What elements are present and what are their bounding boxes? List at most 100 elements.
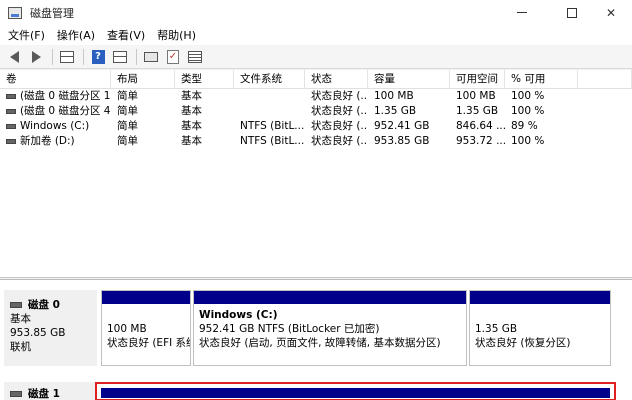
disk-1-row: 磁盘 1 (0, 382, 632, 400)
type-cell: 基本 (181, 120, 202, 132)
back-button[interactable] (4, 47, 24, 67)
column-filesystem[interactable]: 文件系统 (234, 70, 305, 89)
partition-efi-size: 100 MB (107, 323, 147, 335)
disk-0-name: 磁盘 0 (28, 299, 60, 311)
maximize-icon (567, 7, 577, 18)
show-hide-tree-button[interactable] (57, 47, 77, 67)
minimize-button[interactable] (500, 0, 544, 25)
disk-1-name: 磁盘 1 (28, 388, 60, 400)
close-button[interactable]: ✕ (589, 0, 632, 25)
disk-graphical-view: 磁盘 0 基本 953.85 GB 联机 100 MB 状态良好 (EFI 系统… (0, 279, 632, 400)
column-free-space[interactable]: 可用空间 (450, 70, 505, 89)
connect-disk-button[interactable] (141, 47, 161, 67)
toolbar-separator (83, 48, 84, 65)
disk-0-label[interactable]: 磁盘 0 基本 953.85 GB 联机 (4, 290, 97, 366)
free-space-cell: 100 MB (456, 90, 496, 102)
layout-cell: 简单 (117, 90, 138, 102)
volume-name: (磁盘 0 磁盘分区 4) (20, 105, 111, 117)
toolbar-separator (52, 48, 53, 65)
table-row[interactable]: (磁盘 0 磁盘分区 1) 简单 基本 状态良好 (... 100 MB 100… (0, 89, 632, 104)
volume-name-cell: 新加卷 (D:) (0, 134, 111, 149)
percent-free-cell: 100 % (511, 135, 545, 147)
menu-bar: 文件(F) 操作(A) 查看(V) 帮助(H) (0, 25, 632, 45)
column-volume[interactable]: 卷 (0, 70, 111, 89)
partition-windows-body: Windows (C:) 952.41 GB NTFS (BitLocker 已… (194, 304, 466, 350)
capacity-cell: 1.35 GB (374, 105, 417, 117)
free-space-cell: 953.72 ... (456, 135, 505, 147)
console-tree-icon (60, 50, 74, 63)
help-button[interactable]: ? (88, 47, 108, 67)
partition-efi[interactable]: 100 MB 状态良好 (EFI 系统 (101, 290, 191, 366)
disk-0-status: 联机 (10, 341, 31, 353)
disk-0-row: 磁盘 0 基本 953.85 GB 联机 100 MB 状态良好 (EFI 系统… (0, 290, 632, 370)
table-row[interactable]: Windows (C:) 简单 基本 NTFS (BitL... 状态良好 (.… (0, 119, 632, 134)
menu-file[interactable]: 文件(F) (0, 27, 51, 43)
disk-1-selection-frame[interactable] (95, 382, 616, 400)
toolbar: ? ✓ (0, 45, 632, 69)
properties-icon (113, 50, 127, 63)
menu-view[interactable]: 查看(V) (101, 27, 151, 43)
volume-list-header: 卷 布局 类型 文件系统 状态 容量 可用空间 % 可用 (0, 70, 632, 89)
disk-0-type: 基本 (10, 313, 31, 325)
maximize-button[interactable] (550, 0, 594, 25)
capacity-cell: 952.41 GB (374, 120, 430, 132)
disk-1-title: 磁盘 1 (10, 387, 97, 400)
type-cell: 基本 (181, 105, 202, 117)
forward-arrow-icon (31, 50, 41, 63)
back-arrow-icon (9, 50, 19, 63)
volume-icon (6, 138, 16, 144)
free-space-cell: 1.35 GB (456, 105, 499, 117)
column-layout[interactable]: 布局 (111, 70, 175, 89)
filesystem-cell (234, 104, 305, 119)
forward-button[interactable] (26, 47, 46, 67)
partition-bar (102, 291, 190, 304)
status-cell: 状态良好 (... (311, 135, 368, 147)
table-row[interactable]: (磁盘 0 磁盘分区 4) 简单 基本 状态良好 (... 1.35 GB 1.… (0, 104, 632, 119)
percent-free-cell: 100 % (511, 105, 545, 117)
disk-icon (10, 302, 22, 308)
disk-management-icon (8, 6, 22, 19)
menu-help[interactable]: 帮助(H) (151, 27, 202, 43)
key-icon (144, 51, 158, 62)
column-type[interactable]: 类型 (175, 70, 234, 89)
partition-bar (101, 388, 610, 398)
volume-name-cell: Windows (C:) (0, 119, 111, 134)
partition-bar (194, 291, 466, 304)
disk-0-title: 磁盘 0 (10, 298, 97, 312)
partition-efi-status: 状态良好 (EFI 系统 (107, 337, 190, 349)
partition-recovery[interactable]: 1.35 GB 状态良好 (恢复分区) (469, 290, 611, 366)
status-cell: 状态良好 (... (311, 120, 368, 132)
partition-recovery-status: 状态良好 (恢复分区) (475, 337, 571, 349)
volume-name: (磁盘 0 磁盘分区 1) (20, 90, 111, 102)
menu-action[interactable]: 操作(A) (51, 27, 101, 43)
disk-1-label[interactable]: 磁盘 1 (4, 382, 97, 400)
column-percent-free[interactable]: % 可用 (505, 70, 578, 89)
window-title: 磁盘管理 (30, 6, 74, 20)
type-cell: 基本 (181, 135, 202, 147)
list-icon (188, 50, 202, 63)
properties-button[interactable] (110, 47, 130, 67)
column-status[interactable]: 状态 (305, 70, 368, 89)
close-icon: ✕ (605, 5, 617, 20)
layout-cell: 简单 (117, 105, 138, 117)
table-row[interactable]: 新加卷 (D:) 简单 基本 NTFS (BitL... 状态良好 (... 9… (0, 134, 632, 149)
partition-windows-c[interactable]: Windows (C:) 952.41 GB NTFS (BitLocker 已… (193, 290, 467, 366)
column-extra (578, 70, 632, 89)
volume-name: Windows (C:) (20, 120, 90, 132)
title-bar: 磁盘管理 ✕ (0, 0, 632, 25)
list-view-button[interactable] (185, 47, 205, 67)
filesystem-cell (234, 89, 305, 104)
volume-name-cell: (磁盘 0 磁盘分区 1) (0, 89, 111, 104)
partition-recovery-body: 1.35 GB 状态良好 (恢复分区) (470, 304, 610, 350)
partition-windows-status: 状态良好 (启动, 页面文件, 故障转储, 基本数据分区) (199, 337, 441, 349)
free-space-cell: 846.64 ... (456, 120, 505, 132)
column-capacity[interactable]: 容量 (368, 70, 450, 89)
partition-recovery-size: 1.35 GB (475, 323, 518, 335)
check-button[interactable]: ✓ (163, 47, 183, 67)
disk-icon (10, 391, 22, 397)
volume-name: 新加卷 (D:) (20, 135, 75, 147)
status-cell: 状态良好 (... (311, 90, 368, 102)
partition-windows-info: 952.41 GB NTFS (BitLocker 已加密) (199, 323, 380, 335)
percent-free-cell: 100 % (511, 90, 545, 102)
capacity-cell: 953.85 GB (374, 135, 430, 147)
